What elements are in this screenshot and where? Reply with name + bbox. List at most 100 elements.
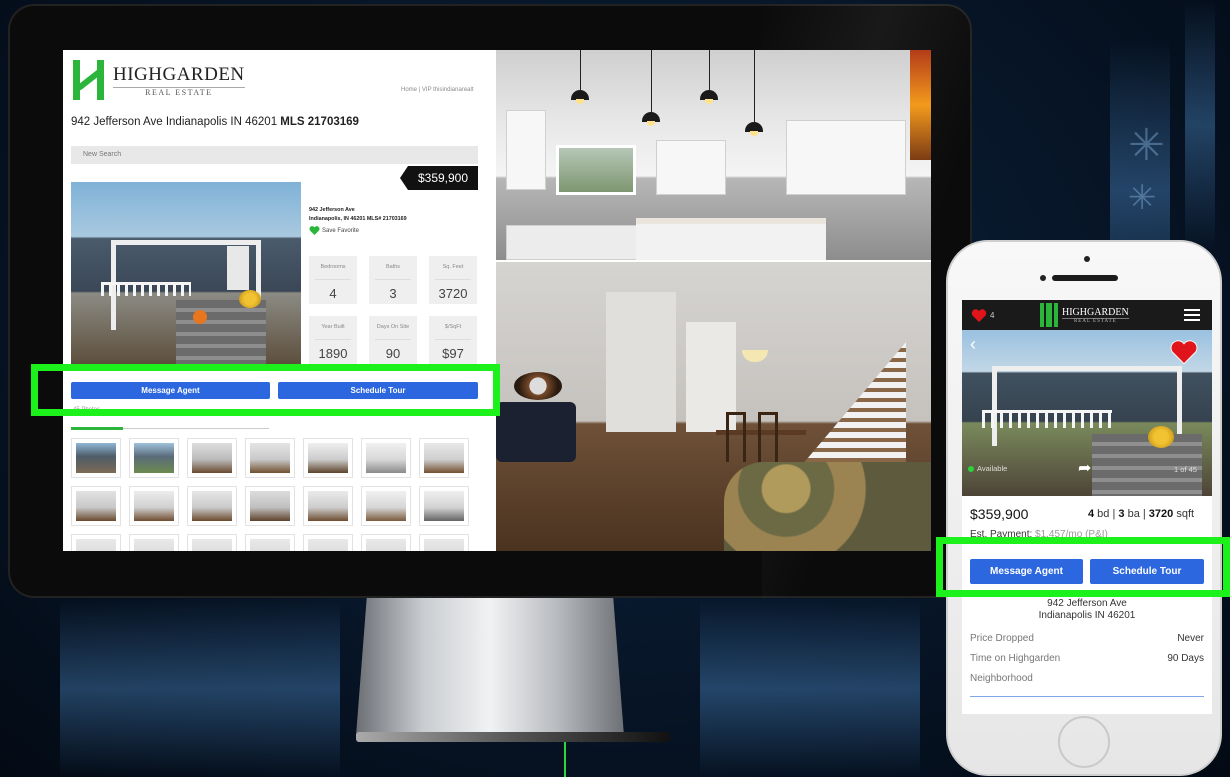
stat-price-per-sqft: $/SqFt $97 xyxy=(429,316,477,364)
detail-value: 90 Days xyxy=(1167,653,1204,664)
photo-thumbnail[interactable] xyxy=(303,534,353,551)
photo-thumbnail[interactable] xyxy=(187,534,237,551)
share-icon[interactable]: ➦ xyxy=(1078,458,1091,478)
background-streak xyxy=(60,600,340,777)
photo-thumbnail[interactable] xyxy=(303,438,353,478)
phone-home-button[interactable] xyxy=(1058,716,1110,768)
stat-days-on-site: Days On Site 90 xyxy=(369,316,417,364)
save-favorite-label: Save Favorite xyxy=(322,227,360,234)
stat-year-built: Year Built 1890 xyxy=(309,316,357,364)
detail-row-time-on-site: Time on Highgarden 90 Days xyxy=(970,653,1204,664)
desktop-screen: HIGHGARDEN REAL ESTATE Home | VIP thisin… xyxy=(63,50,931,551)
photo-thumbnail[interactable] xyxy=(245,438,295,478)
photo-thumbnail[interactable] xyxy=(71,438,121,478)
phone-speaker xyxy=(1052,275,1118,281)
stat-sqft: Sq. Feet 3720 xyxy=(429,256,477,304)
beds-unit: bd | xyxy=(1094,508,1119,520)
stat-value: 1890 xyxy=(315,339,351,361)
mobile-screen: 4 HIGHGARDEN REAL ESTATE ‹ Available ➦ 1… xyxy=(962,300,1212,714)
brand-logo[interactable]: HIGHGARDEN REAL ESTATE xyxy=(73,60,245,100)
detail-value: Never xyxy=(1177,633,1204,644)
photo-thumbnail[interactable] xyxy=(419,438,469,478)
photo-thumbnail[interactable] xyxy=(71,534,121,551)
photo-thumbnail[interactable] xyxy=(187,438,237,478)
photo-thumbnail[interactable] xyxy=(245,534,295,551)
highgarden-logo-icon xyxy=(73,60,107,100)
stat-value: 4 xyxy=(315,279,351,301)
stat-label: Sq. Feet xyxy=(442,264,464,270)
photo-thumbnail[interactable] xyxy=(129,534,179,551)
stat-label: Bedrooms xyxy=(320,264,346,270)
stat-value: 3720 xyxy=(435,279,471,301)
info-address: 942 Jefferson Ave Indianapolis, IN 46201… xyxy=(309,206,407,224)
info-address-line2: Indianapolis, IN 46201 MLS# 21703169 xyxy=(309,216,407,222)
sqft-value: 3720 xyxy=(1148,508,1174,520)
stat-value: $97 xyxy=(435,339,471,361)
mobile-phone: 4 HIGHGARDEN REAL ESTATE ‹ Available ➦ 1… xyxy=(946,240,1222,776)
section-divider xyxy=(970,696,1204,697)
brand-logo[interactable]: HIGHGARDEN REAL ESTATE xyxy=(1040,303,1129,327)
brand-tagline: REAL ESTATE xyxy=(113,86,245,97)
listing-mls: MLS 21703169 xyxy=(280,116,359,128)
info-address-line1: 942 Jefferson Ave xyxy=(309,207,355,213)
detail-label: Neighborhood xyxy=(970,673,1033,684)
mobile-address-line2: Indianapolis IN 46201 xyxy=(1038,610,1136,621)
photo-thumbnail[interactable] xyxy=(419,534,469,551)
background-streak xyxy=(700,600,920,777)
desktop-monitor: HIGHGARDEN REAL ESTATE Home | VIP thisin… xyxy=(8,4,972,598)
mobile-buttons-highlight xyxy=(936,537,1230,597)
mobile-specs: 4 bd | 3 ba | 3720 sqft xyxy=(1088,508,1194,520)
monitor-stand-base xyxy=(356,732,670,742)
photo-thumbnail[interactable] xyxy=(361,486,411,526)
living-room-photo[interactable] xyxy=(496,262,931,551)
mobile-header: 4 HIGHGARDEN REAL ESTATE xyxy=(962,300,1212,330)
stat-label: Baths xyxy=(385,264,401,270)
detail-label: Price Dropped xyxy=(970,633,1034,644)
photo-thumbnail[interactable] xyxy=(187,486,237,526)
photo-thumbnail[interactable] xyxy=(361,534,411,551)
mobile-house-photo[interactable]: ‹ Available ➦ 1 of 45 xyxy=(962,330,1212,496)
heart-icon[interactable] xyxy=(1170,340,1198,364)
stat-value: 3 xyxy=(375,279,411,301)
new-search-link[interactable]: New Search xyxy=(83,151,121,158)
brand-name: HIGHGARDEN xyxy=(1062,306,1129,318)
monitor-stand xyxy=(356,598,624,736)
photo-thumbnail[interactable] xyxy=(71,486,121,526)
stat-value: 90 xyxy=(375,339,411,361)
price-tag: $359,900 xyxy=(400,166,478,190)
save-favorite-button[interactable]: Save Favorite xyxy=(309,226,359,235)
main-house-photo[interactable] xyxy=(71,182,301,364)
photo-thumbnail[interactable] xyxy=(129,486,179,526)
detail-label: Time on Highgarden xyxy=(970,653,1061,664)
mobile-address-line1: 942 Jefferson Ave xyxy=(1047,598,1127,609)
mobile-price: $359,900 xyxy=(970,506,1029,522)
chevron-left-icon[interactable]: ‹ xyxy=(970,334,976,355)
hamburger-menu-icon[interactable] xyxy=(1184,309,1200,321)
availability-label: Available xyxy=(977,464,1008,473)
snowflake-icon: ✳ xyxy=(1128,120,1165,171)
photo-thumbnail[interactable] xyxy=(419,486,469,526)
listing-address: 942 Jefferson Ave Indianapolis IN 46201 xyxy=(71,116,281,128)
photo-thumbnail[interactable] xyxy=(361,438,411,478)
photo-thumbnail[interactable] xyxy=(303,486,353,526)
heart-icon[interactable] xyxy=(971,309,987,322)
phone-sensor xyxy=(1040,275,1046,281)
brand-name: HIGHGARDEN xyxy=(113,63,245,85)
favorites-count: 4 xyxy=(990,311,995,320)
photo-thumbnail[interactable] xyxy=(245,486,295,526)
sqft-unit: sqft xyxy=(1173,508,1195,520)
listing-detail-panel: HIGHGARDEN REAL ESTATE Home | VIP thisin… xyxy=(63,50,495,551)
brand-tagline: REAL ESTATE xyxy=(1062,317,1129,324)
baths-unit: ba | xyxy=(1124,508,1149,520)
listing-title: 942 Jefferson Ave Indianapolis IN 46201 … xyxy=(71,116,359,128)
top-nav-links[interactable]: Home | VIP thisindianarealt xyxy=(401,87,474,93)
mobile-address: 942 Jefferson Ave Indianapolis IN 46201 xyxy=(962,598,1212,622)
status-dot-icon xyxy=(968,465,974,472)
snowflake-icon: ✳ xyxy=(1128,178,1157,218)
stat-label: $/SqFt xyxy=(444,324,462,330)
photo-thumbnail[interactable] xyxy=(129,438,179,478)
heart-icon xyxy=(309,226,320,235)
kitchen-photo[interactable] xyxy=(496,50,931,260)
highgarden-logo-icon xyxy=(1040,303,1058,327)
search-bar: New Search xyxy=(71,146,478,164)
